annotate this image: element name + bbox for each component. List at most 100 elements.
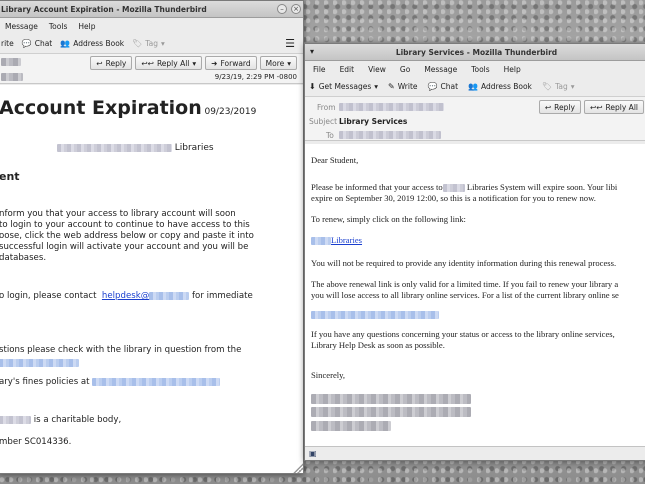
right-toolbar: ⬇ Get Messages ▾ ✎ Write 💬 Chat 👥 Address Boo…: [305, 77, 645, 97]
right-titlebar[interactable]: ▾ Library Services - Mozilla Thunderbird: [305, 44, 645, 61]
tag-button[interactable]: 🏷 Tag ▾: [132, 39, 165, 48]
to-label: To: [326, 131, 334, 140]
get-messages-button[interactable]: ⬇ Get Messages ▾: [309, 82, 378, 91]
right-message-body: Dear Student, Please be informed that yo…: [305, 144, 645, 446]
subject-value: Library Services: [339, 117, 408, 126]
write-button[interactable]: rite: [1, 39, 14, 48]
paragraph-6: mber SC014336.: [0, 437, 72, 447]
renewal-link-redacted[interactable]: [311, 237, 331, 246]
menu-message[interactable]: Message: [424, 65, 457, 74]
pencil-icon: ✎: [388, 81, 395, 91]
connection-status-icon[interactable]: ▣: [309, 449, 317, 458]
renewal-link[interactable]: Libraries: [311, 235, 362, 246]
status-bar: ▣: [305, 446, 645, 460]
left-titlebar[interactable]: Library Account Expiration - Mozilla Thu…: [0, 1, 303, 18]
body-paragraph-5: If you have any questions concerning you…: [311, 329, 615, 350]
chat-button[interactable]: 💬 Chat: [22, 39, 53, 48]
menu-tools[interactable]: Tools: [49, 22, 67, 31]
menu-edit[interactable]: Edit: [340, 65, 355, 74]
closing: Sincerely,: [311, 370, 346, 380]
more-button[interactable]: More ▾: [259, 56, 297, 70]
chevron-down-icon: ▾: [160, 39, 165, 48]
reply-icon: ↩: [544, 102, 552, 112]
institution-redacted: [442, 184, 465, 193]
left-resize-grip[interactable]: [293, 463, 303, 473]
chevron-down-icon: ▾: [570, 82, 575, 91]
right-action-buttons: ↩ Reply ↩↩ Reply All: [538, 100, 644, 114]
window-menu-icon[interactable]: ▾: [310, 47, 314, 56]
email-heading-date: 09/23/2019: [204, 107, 257, 117]
address-book-button[interactable]: 👥 Address Book: [60, 39, 124, 48]
right-message-header: From ↩ Reply ↩↩ Reply All Subject Library …: [305, 97, 645, 141]
left-message-header: ↩ Reply ↩↩ Reply All ▾ ➜ Forward More ▾ 9/23/…: [0, 54, 303, 84]
reply-icon: ↩: [96, 58, 103, 68]
paragraph-3: stions please check with the library in …: [0, 345, 242, 355]
body-paragraph-1: Please be informed that your access to L…: [311, 182, 618, 203]
menu-file[interactable]: File: [313, 65, 326, 74]
menu-message[interactable]: Message: [5, 22, 38, 31]
paragraph-4: ary's fines policies at: [0, 377, 221, 388]
tag-icon: 🏷: [132, 38, 143, 48]
left-message-window: Library Account Expiration - Mozilla Thu…: [0, 0, 304, 474]
forward-icon: ➜: [211, 58, 218, 68]
reply-button[interactable]: ↩ Reply: [538, 100, 581, 114]
menu-tools[interactable]: Tools: [471, 65, 489, 74]
write-button[interactable]: ✎ Write: [388, 82, 418, 91]
email-heading: Account Expiration: [0, 97, 202, 119]
helpdesk-domain-redacted[interactable]: [149, 291, 190, 300]
address-book-icon: 👥: [468, 81, 478, 91]
left-message-body: Account Expiration 09/23/2019 Libraries …: [0, 85, 303, 473]
right-window-title: Library Services - Mozilla Thunderbird: [395, 47, 558, 57]
paragraph-5: is a charitable body,: [0, 415, 121, 426]
inbox-download-icon: ⬇: [309, 81, 316, 91]
forward-button[interactable]: ➜ Forward: [205, 56, 257, 70]
close-icon[interactable]: ×: [291, 4, 301, 14]
greeting: Dear Student,: [311, 155, 359, 165]
body-paragraph-2: To renew, simply click on the following …: [311, 214, 466, 224]
message-date: 9/23/19, 2:29 PM -0800: [214, 73, 297, 81]
app-menu-button[interactable]: ☰: [285, 37, 295, 50]
menu-view[interactable]: View: [368, 65, 386, 74]
subject-redacted: [1, 73, 23, 81]
tag-button[interactable]: 🏷 Tag ▾: [542, 82, 575, 91]
sender-redacted: [1, 58, 21, 66]
from-label: From: [317, 103, 336, 112]
library-link-redacted[interactable]: [0, 359, 79, 367]
minimize-icon[interactable]: –: [277, 4, 287, 14]
address-book-button[interactable]: 👥 Address Book: [468, 82, 532, 91]
chevron-down-icon: ▾: [374, 82, 378, 91]
address-book-icon: 👥: [60, 38, 71, 48]
right-menubar: File Edit View Go Message Tools Help: [305, 61, 645, 77]
charity-name-redacted: [0, 415, 31, 424]
from-value-redacted[interactable]: [339, 103, 444, 111]
to-value-redacted[interactable]: [339, 131, 441, 139]
email-subheading: ent: [0, 170, 20, 183]
chat-icon: 💬: [21, 38, 32, 48]
institution-redacted: [57, 143, 172, 152]
reply-all-button[interactable]: ↩↩ Reply All: [583, 100, 644, 114]
body-paragraph-4: The above renewal link is only valid for…: [311, 279, 619, 300]
chevron-down-icon: ▾: [192, 58, 197, 68]
tag-icon: 🏷: [541, 81, 553, 91]
paragraph-2: o login, please contact helpdesk@ for im…: [0, 291, 253, 301]
reply-all-button[interactable]: ↩↩ Reply All ▾: [135, 56, 203, 70]
body-paragraph-3: You will not be required to provide any …: [311, 258, 617, 268]
paragraph-1: nform you that your access to library ac…: [0, 209, 254, 263]
libraries-label: Libraries: [174, 143, 214, 153]
left-menubar: Message Tools Help: [0, 18, 303, 34]
chevron-down-icon: ▾: [287, 58, 291, 68]
menu-help[interactable]: Help: [78, 22, 95, 31]
helpdesk-link[interactable]: helpdesk@: [102, 291, 149, 301]
library-services-link-redacted[interactable]: [311, 311, 439, 319]
signature-redacted: [311, 394, 471, 434]
reply-button[interactable]: ↩ Reply: [90, 56, 133, 70]
chat-icon: 💬: [427, 81, 438, 91]
left-window-title: Library Account Expiration - Mozilla Thu…: [1, 4, 207, 14]
menu-go[interactable]: Go: [400, 65, 410, 74]
menu-help[interactable]: Help: [504, 65, 521, 74]
reply-all-icon: ↩↩: [141, 58, 154, 68]
chat-button[interactable]: 💬 Chat: [428, 82, 459, 91]
subject-label: Subject: [309, 117, 338, 126]
right-message-window: ▾ Library Services - Mozilla Thunderbird…: [304, 43, 645, 461]
fines-policy-link-redacted[interactable]: [92, 377, 221, 386]
